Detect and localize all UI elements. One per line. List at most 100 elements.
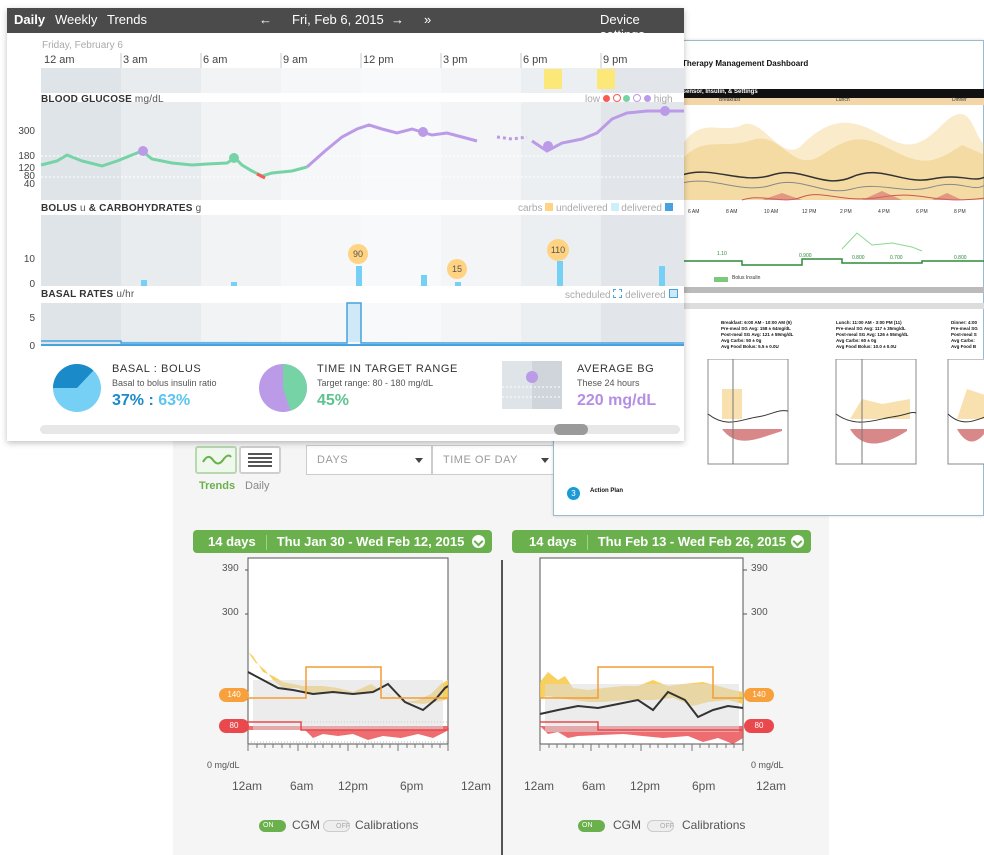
basal-legend: scheduled delivered [565,289,678,301]
average-bg-title: AVERAGE BG [577,363,655,375]
dash-divider [682,287,984,293]
meal-tab: Breakfast [719,97,741,103]
next-day-arrow-icon[interactable]: → [391,12,404,27]
carbs-unit: g [195,203,202,214]
dashboard-title: Therapy Management Dashboard [682,59,809,68]
trends-view-toggle[interactable] [195,446,237,474]
calibrations-label: Calibrations [682,818,746,832]
basal-bolus-value: 37% : 63% [112,392,190,410]
y-label-300: 300 [222,607,239,618]
carb-bubble: 110 [547,239,569,261]
daily-toggle-label: Daily [245,480,270,492]
time-in-range-pie [259,364,307,412]
tab-daily[interactable]: Daily [14,12,45,27]
time-tick: 3 pm [443,54,468,66]
dash-divider [682,303,984,309]
y-tick: 0 [29,279,35,290]
x-label: 12am [524,779,555,793]
y-label-390: 390 [751,563,768,574]
y-label-zero: 0 mg/dL [207,760,240,770]
calibrations-toggle[interactable]: OFF [647,820,674,832]
chevron-down-icon [415,458,423,463]
time-tick: 6 PM [916,209,928,215]
time-tick: 10 AM [764,209,779,215]
tab-trends[interactable]: Trends [107,12,147,27]
bg-title-text: BLOOD GLUCOSE [41,94,132,105]
time-tick: 6 am [203,54,228,66]
x-label: 12pm [338,779,369,793]
x-label: 12am [232,779,263,793]
basal-bolus-subtitle: Basal to bolus insulin ratio [112,378,217,388]
average-bg-subtitle: These 24 hours [577,378,640,388]
basal-unit: u/hr [116,289,135,300]
cgm-toggle[interactable]: ON [578,820,605,832]
action-plan-heading: Action Plan [590,488,624,494]
chevron-down-icon [541,458,549,463]
bolus-percent: 63% [158,392,191,409]
time-tick: 12 pm [363,54,394,66]
time-tick: 9 pm [603,54,628,66]
bolus-legend: carbs undelivered delivered [518,203,673,214]
most-recent-arrow-icon[interactable]: » [424,12,431,27]
legend-delivered: delivered [621,203,662,214]
x-label: 6am [290,779,314,793]
scrollbar-thumb[interactable] [554,424,588,435]
list-icon [248,453,272,467]
bolus-title-text: BOLUS [41,203,77,214]
period-selector-left[interactable]: 14 days Thu Jan 30 - Wed Feb 12, 2015 [193,530,492,553]
meal-summary-breakfast: Breakfast: 6:00 AM - 10:00 AM (9) Pre-me… [721,320,793,350]
days-dropdown[interactable]: DAYS [306,445,432,475]
x-label: 6am [582,779,606,793]
dash-basal-chart [682,232,984,266]
legend-low: low [585,94,601,105]
time-tick: 12 am [44,54,75,66]
target-high-badge: 140 [744,688,774,702]
carb-bubble: 90 [348,244,368,264]
period-range: Thu Jan 30 - Wed Feb 12, 2015 [276,534,465,549]
x-label: 12am [756,779,787,793]
daily-view-toggle[interactable] [239,446,281,474]
period-range: Thu Feb 13 - Wed Feb 26, 2015 [597,534,787,549]
meal-tab: Dinner [952,97,967,103]
basal-percent: 37% [112,392,145,409]
carbs-title-text: & CARBOHYDRATES [88,203,193,214]
meal-line: Avg Food Bolus: 5.5 ± 0.0U [721,344,779,349]
basal-bolus-title: BASAL : BOLUS [112,363,202,375]
legend-delivered: delivered [625,290,666,301]
prev-day-arrow-icon[interactable]: ← [259,12,272,27]
target-range-value: 45% [317,392,350,409]
basal-title: BASAL RATES u/hr [41,289,134,300]
meal-glucose-charts [707,359,984,465]
y-tick: 180 [18,151,35,162]
cgm-toggle[interactable]: ON [259,820,286,832]
current-date: Fri, Feb 6, 2015 [292,12,384,27]
y-tick: 40 [23,179,35,190]
time-tick: 6 AM [688,209,700,215]
time-tick: 9 am [283,54,308,66]
horizontal-scrollbar[interactable] [40,424,680,435]
time-tick: 8 AM [726,209,738,215]
time-of-day-dropdown[interactable]: TIME OF DAY [432,445,558,475]
basal-value: 0.900 [799,253,812,259]
time-tick: 4 PM [878,209,890,215]
carb-bubble: 15 [447,259,467,279]
days-dropdown-label: DAYS [317,454,349,466]
period-selector-right[interactable]: 14 days Thu Feb 13 - Wed Feb 26, 2015 [512,530,811,553]
meal-summary-lunch: Lunch: 11:00 AM - 3:00 PM (11) Pre-meal … [836,320,908,350]
tab-weekly[interactable]: Weekly [55,12,97,27]
basal-value: 1.10 [717,251,727,257]
calibrations-toggle[interactable]: OFF [323,820,350,832]
chevron-down-icon [791,535,804,548]
y-label-zero: 0 mg/dL [751,760,784,770]
time-tick: 2 PM [840,209,852,215]
average-bg-value: 220 mg/dL [577,392,657,409]
cgm-label: CGM [613,818,641,832]
x-label: 12am [461,779,492,793]
bolus-unit: u [79,203,86,214]
ratio-colon: : [144,392,159,409]
target-low-badge: 80 [744,719,774,733]
target-range-subtitle: Target range: 80 - 180 mg/dL [317,378,434,388]
stats-footer: BASAL : BOLUS Basal to bolus insulin rat… [40,357,680,427]
period-days: 14 days [529,534,577,549]
x-label: 12pm [630,779,661,793]
